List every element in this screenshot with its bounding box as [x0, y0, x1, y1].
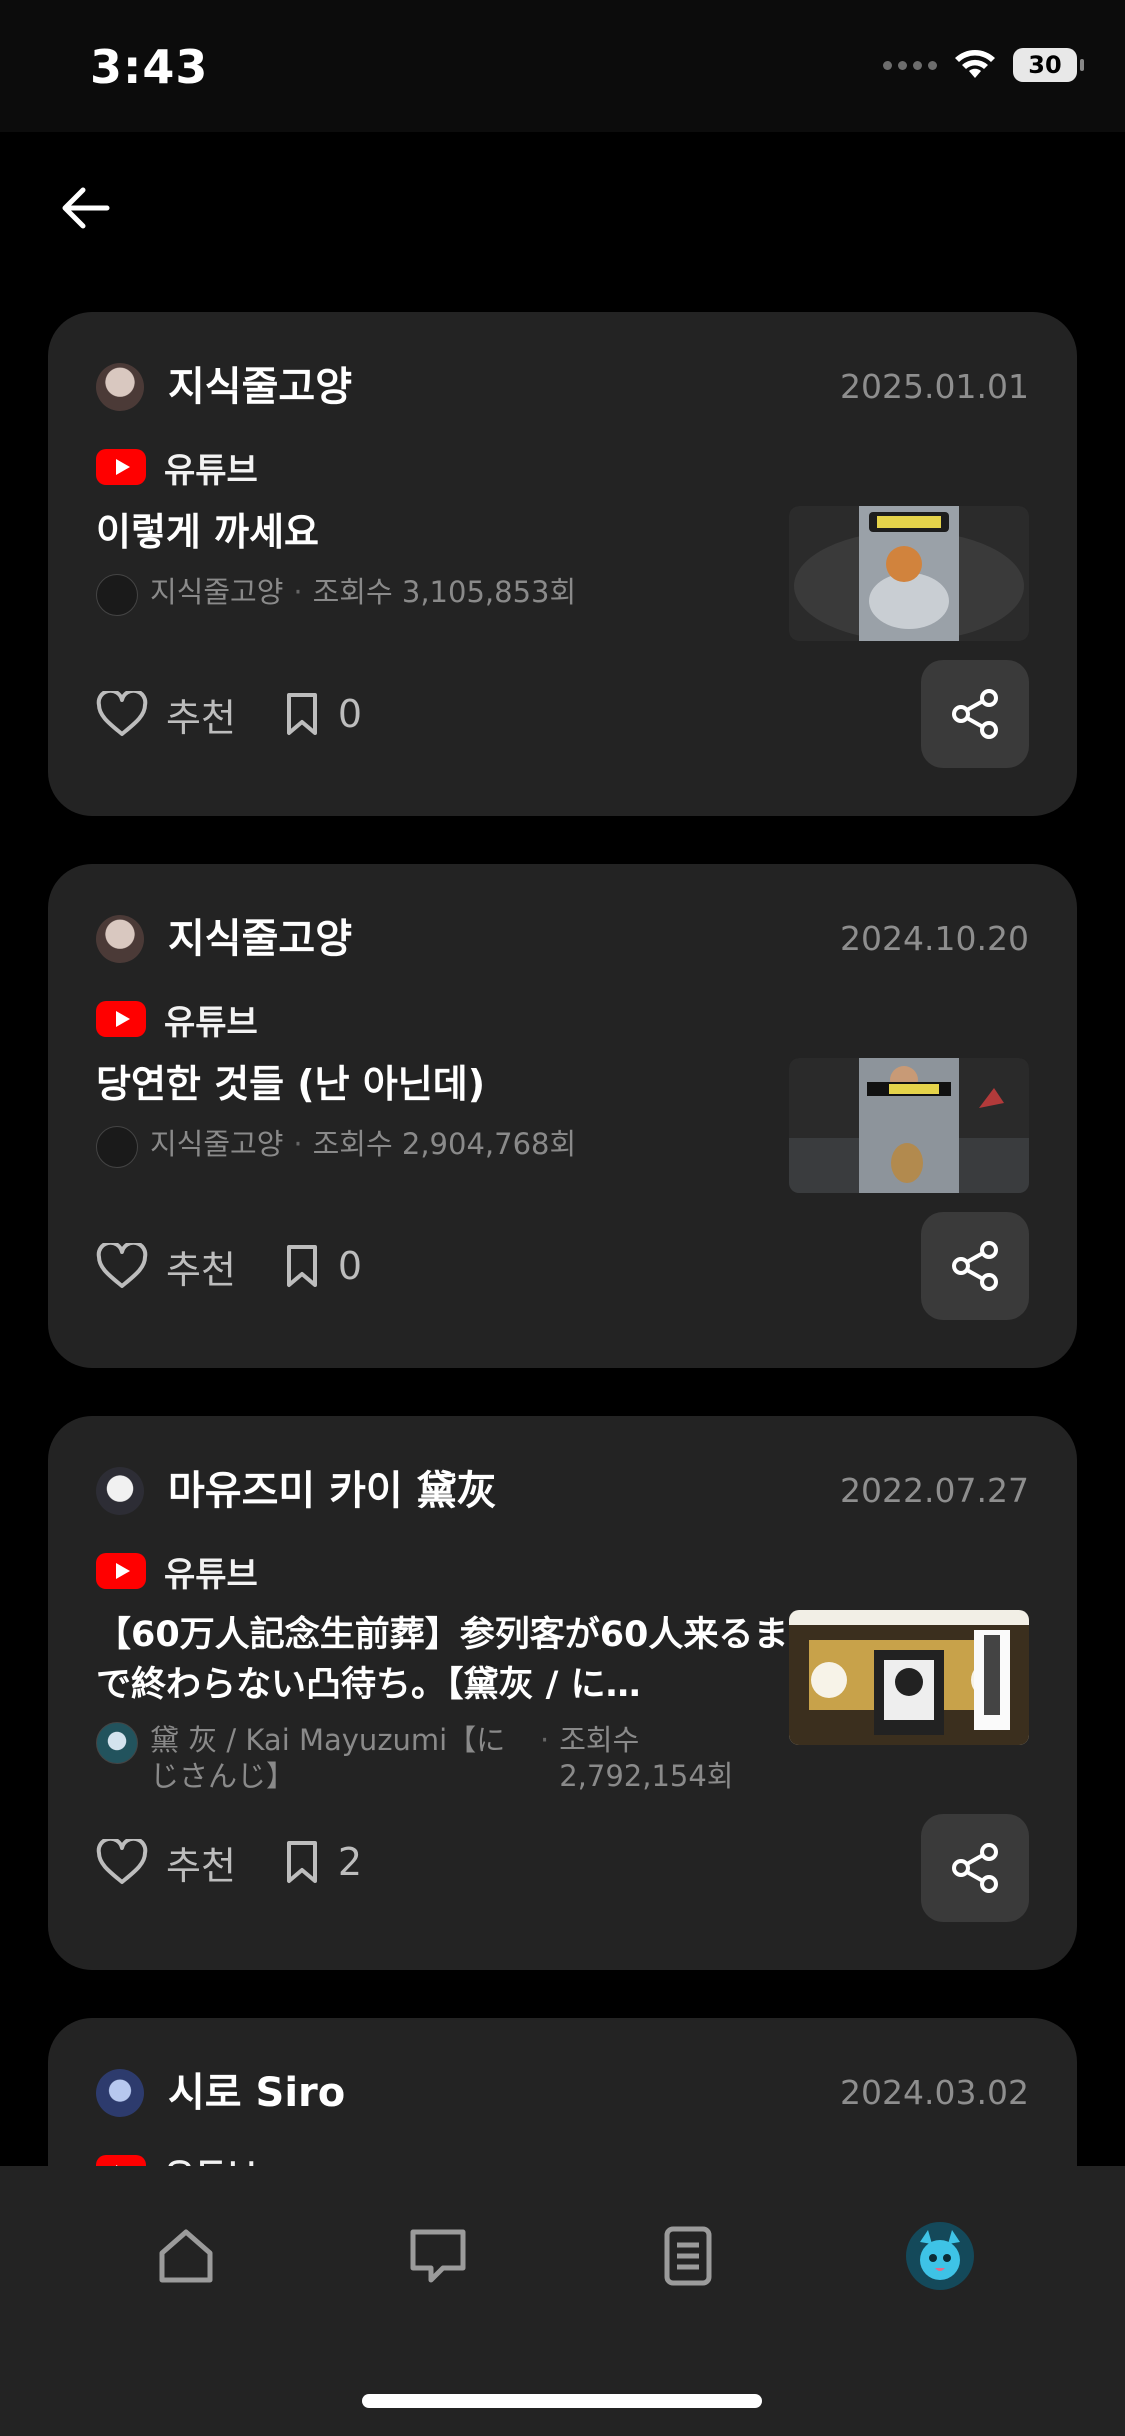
card-header: 지식줄고양 2024.10.20 — [96, 910, 1029, 968]
video-thumbnail[interactable] — [789, 1610, 1029, 1745]
signal-icon — [883, 60, 937, 70]
like-label: 추천 — [166, 695, 236, 740]
post-date: 2024.10.20 — [840, 919, 1029, 958]
post-date: 2024.03.02 — [840, 2073, 1029, 2112]
bookmark-button[interactable]: 0 — [284, 691, 362, 737]
video-title[interactable]: 【60万人記念生前葬】参列客が60人来るまで終わらない凸待ち。【黛灰 / に… — [96, 1610, 812, 1710]
bookmark-count: 0 — [337, 692, 363, 736]
heart-icon — [96, 1839, 148, 1884]
video-meta: 지식줄고양 · 조회수 2,904,768회 — [96, 1126, 812, 1168]
source-row: 유튜브 — [96, 994, 258, 1044]
card-header: 마유즈미 카이 黛灰 2022.07.27 — [96, 1462, 1029, 1520]
author-name[interactable]: 지식줄고양 — [168, 910, 352, 968]
post-card[interactable]: 마유즈미 카이 黛灰 2022.07.27 유튜브 【60万人記念生前葬】参列客… — [48, 1416, 1077, 1970]
share-button[interactable] — [921, 1212, 1029, 1320]
action-row: 추천 0 — [96, 678, 410, 750]
battery-icon: 30 — [1013, 48, 1084, 82]
source-label: 유튜브 — [164, 1554, 258, 1595]
status-indicators: 30 — [883, 48, 1084, 82]
nav-home[interactable] — [146, 2216, 226, 2296]
youtube-icon — [96, 449, 146, 485]
channel-avatar — [96, 1722, 138, 1764]
meta-separator: · — [293, 575, 303, 609]
avatar[interactable] — [96, 1467, 144, 1515]
home-indicator — [362, 2394, 762, 2408]
channel-avatar — [96, 1126, 138, 1168]
card-header: 지식줄고양 2025.01.01 — [96, 358, 1029, 416]
meta-separator: · — [540, 1723, 550, 1757]
like-button[interactable]: 추천 — [96, 1239, 236, 1294]
source-label: 유튜브 — [164, 450, 258, 491]
chat-icon — [410, 2229, 466, 2283]
back-arrow-icon — [62, 187, 110, 229]
video-thumbnail[interactable] — [789, 1058, 1029, 1193]
youtube-icon — [96, 1001, 146, 1037]
wifi-icon — [953, 48, 997, 82]
video-meta: 지식줄고양 · 조회수 3,105,853회 — [96, 574, 812, 616]
action-row: 추천 0 — [96, 1230, 410, 1302]
channel-name: 지식줄고양 — [150, 575, 284, 609]
back-button[interactable] — [54, 176, 118, 240]
view-count: 조회수 2,792,154회 — [559, 1723, 734, 1793]
source-label: 유튜브 — [164, 1002, 258, 1043]
share-button[interactable] — [921, 1814, 1029, 1922]
source-row: 유튜브 — [96, 1546, 258, 1596]
share-icon — [952, 1241, 998, 1291]
video-thumbnail[interactable] — [789, 506, 1029, 641]
author-name[interactable]: 지식줄고양 — [168, 358, 352, 416]
like-label: 추천 — [166, 1843, 236, 1888]
home-icon — [159, 2229, 213, 2283]
bookmark-icon — [286, 1245, 317, 1287]
author-name[interactable]: 시로 Siro — [168, 2064, 345, 2122]
video-title[interactable]: 이렇게 까세요 — [96, 506, 812, 558]
avatar[interactable] — [96, 2069, 144, 2117]
status-time: 3:43 — [90, 40, 209, 94]
bookmark-count: 2 — [337, 1840, 363, 1884]
bookmark-button[interactable]: 0 — [284, 1243, 362, 1289]
like-label: 추천 — [166, 1247, 236, 1292]
source-row: 유튜브 — [96, 442, 258, 492]
channel-avatar — [96, 574, 138, 616]
nav-documents[interactable] — [648, 2216, 728, 2296]
post-card[interactable]: 지식줄고양 2025.01.01 유튜브 이렇게 까세요 지식줄고양 · 조회수… — [48, 312, 1077, 816]
document-icon — [664, 2226, 712, 2286]
like-button[interactable]: 추천 — [96, 1835, 236, 1890]
channel-name: 黛 灰 / Kai Mayuzumi【にじさんじ】 — [150, 1723, 506, 1793]
profile-icon — [906, 2222, 974, 2290]
view-count: 조회수 2,904,768회 — [312, 1127, 577, 1161]
video-meta: 黛 灰 / Kai Mayuzumi【にじさんじ】 · 조회수 2,792,15… — [96, 1722, 812, 1794]
video-title[interactable]: 당연한 것들 (난 아닌데) — [96, 1058, 812, 1110]
nav-profile[interactable] — [900, 2216, 980, 2296]
card-header: 시로 Siro 2024.03.02 — [96, 2064, 1029, 2122]
youtube-icon — [96, 1553, 146, 1589]
post-card[interactable]: 지식줄고양 2024.10.20 유튜브 당연한 것들 (난 아닌데) 지식줄고… — [48, 864, 1077, 1368]
status-bar: 3:43 30 — [0, 0, 1125, 132]
bookmark-icon — [286, 1841, 317, 1883]
bookmark-icon — [286, 693, 317, 735]
post-date: 2022.07.27 — [840, 1471, 1029, 1510]
post-date: 2025.01.01 — [840, 367, 1029, 406]
avatar[interactable] — [96, 915, 144, 963]
view-count: 조회수 3,105,853회 — [312, 575, 577, 609]
author-name[interactable]: 마유즈미 카이 黛灰 — [168, 1462, 497, 1520]
action-row: 추천 2 — [96, 1826, 410, 1898]
bookmark-button[interactable]: 2 — [284, 1839, 362, 1885]
share-icon — [952, 1843, 998, 1893]
meta-separator: · — [293, 1127, 303, 1161]
share-icon — [952, 689, 998, 739]
heart-icon — [96, 1243, 148, 1288]
nav-chat[interactable] — [398, 2216, 478, 2296]
heart-icon — [96, 691, 148, 736]
bookmark-count: 0 — [337, 1244, 363, 1288]
like-button[interactable]: 추천 — [96, 687, 236, 742]
avatar[interactable] — [96, 363, 144, 411]
share-button[interactable] — [921, 660, 1029, 768]
channel-name: 지식줄고양 — [150, 1127, 284, 1161]
